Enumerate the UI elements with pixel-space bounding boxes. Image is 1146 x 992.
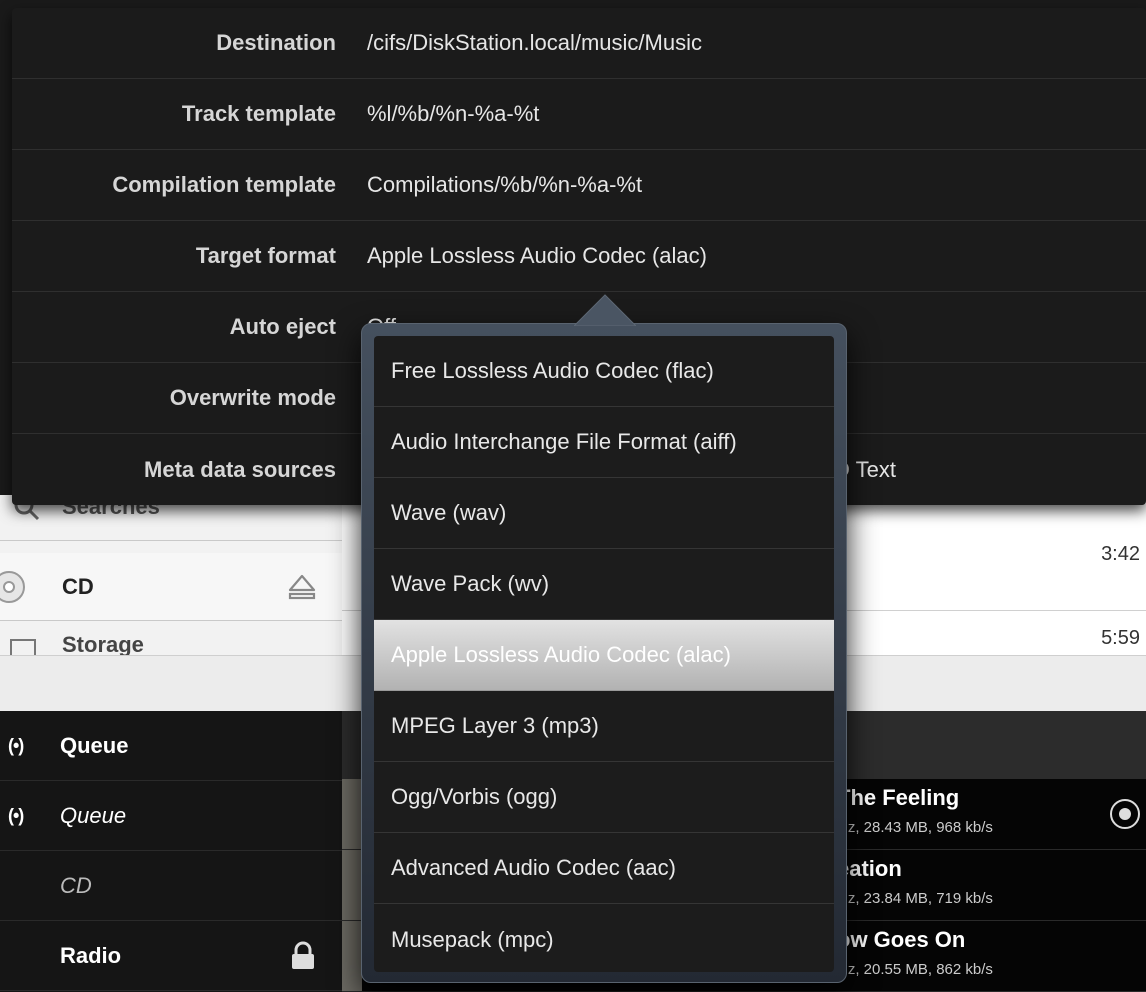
popover-arrow: [574, 294, 636, 326]
track-info: Hz, 28.43 MB, 968 kb/s: [837, 819, 993, 836]
format-option[interactable]: MPEG Layer 3 (mp3): [374, 691, 834, 762]
broadcast-icon: (•): [8, 735, 24, 755]
setting-value: Apple Lossless Audio Codec (alac): [367, 243, 707, 268]
format-option-label: Audio Interchange File Format (aiff): [391, 429, 737, 454]
format-option[interactable]: Wave (wav): [374, 478, 834, 549]
setting-label: Track template: [181, 101, 336, 126]
queue-item[interactable]: (•) Queue: [0, 781, 342, 851]
track-info: Hz, 23.84 MB, 719 kb/s: [837, 890, 993, 907]
queue-item[interactable]: (•) Queue: [0, 711, 342, 781]
format-option-label: Apple Lossless Audio Codec (alac): [391, 642, 731, 667]
format-option[interactable]: Advanced Audio Codec (aac): [374, 833, 834, 904]
cd-icon: [0, 570, 25, 603]
queue-item-label: Radio: [60, 942, 122, 968]
format-option-list: Free Lossless Audio Codec (flac) Audio I…: [374, 336, 834, 972]
queue-item-label: CD: [60, 872, 92, 898]
track-title: The Feeling: [837, 785, 960, 810]
album-art: [342, 921, 362, 991]
queue-item-label: Queue: [60, 732, 129, 758]
queue-item-label: Queue: [60, 802, 127, 828]
format-option-label: Musepack (mpc): [391, 926, 554, 952]
setting-value: /cifs/DiskStation.local/music/Music: [367, 30, 702, 55]
format-option-label: MPEG Layer 3 (mp3): [391, 713, 599, 738]
setting-track-template[interactable]: Track template %l/%b/%n-%a-%t: [12, 79, 1146, 150]
queue-sidebar: (•) Queue (•) Queue CD Radio: [0, 711, 342, 992]
track-info: Hz, 20.55 MB, 862 kb/s: [837, 961, 993, 978]
format-option-label: Wave Pack (wv): [391, 571, 550, 596]
format-option-label: Free Lossless Audio Codec (flac): [391, 358, 714, 383]
setting-label: Auto eject: [229, 314, 336, 339]
setting-label: Target format: [195, 243, 336, 268]
format-option[interactable]: Free Lossless Audio Codec (flac): [374, 336, 834, 407]
format-option[interactable]: Wave Pack (wv): [374, 549, 834, 620]
broadcast-icon: (•): [8, 805, 24, 825]
selected-radio-icon[interactable]: [1110, 799, 1140, 829]
format-option[interactable]: Musepack (mpc): [374, 904, 834, 972]
queue-item[interactable]: Radio: [0, 921, 342, 991]
format-option-label: Advanced Audio Codec (aac): [391, 855, 676, 880]
format-option-label: Wave (wav): [391, 500, 507, 525]
format-dropdown: Free Lossless Audio Codec (flac) Audio I…: [361, 294, 847, 983]
setting-value: %l/%b/%n-%a-%t: [367, 101, 540, 126]
eject-icon[interactable]: [287, 573, 317, 601]
source-sidebar: Searches CD Storage: [0, 494, 342, 691]
track-duration: 3:42: [1101, 543, 1140, 565]
format-option[interactable]: Ogg/Vorbis (ogg): [374, 762, 834, 833]
track-duration: 5:59: [1101, 627, 1140, 649]
queue-item[interactable]: CD: [0, 851, 342, 921]
sidebar-item-cd[interactable]: CD: [0, 553, 342, 621]
setting-target-format[interactable]: Target format Apple Lossless Audio Codec…: [12, 221, 1146, 292]
lock-icon: [292, 941, 314, 969]
format-option-selected[interactable]: Apple Lossless Audio Codec (alac): [374, 620, 834, 691]
format-option-label: Ogg/Vorbis (ogg): [391, 784, 558, 809]
setting-destination[interactable]: Destination /cifs/DiskStation.local/musi…: [12, 8, 1146, 79]
setting-label: Overwrite mode: [169, 385, 336, 410]
setting-compilation-template[interactable]: Compilation template Compilations/%b/%n-…: [12, 150, 1146, 221]
album-art: [342, 779, 362, 849]
setting-value: Compilations/%b/%n-%a-%t: [367, 172, 643, 197]
setting-label: Compilation template: [112, 172, 336, 197]
format-option[interactable]: Audio Interchange File Format (aiff): [374, 407, 834, 478]
setting-label: Meta data sources: [144, 456, 336, 482]
track-title: ow Goes On: [837, 927, 966, 952]
setting-label: Destination: [216, 30, 336, 55]
sidebar-item-label: CD: [62, 573, 94, 599]
album-art: [342, 850, 362, 920]
